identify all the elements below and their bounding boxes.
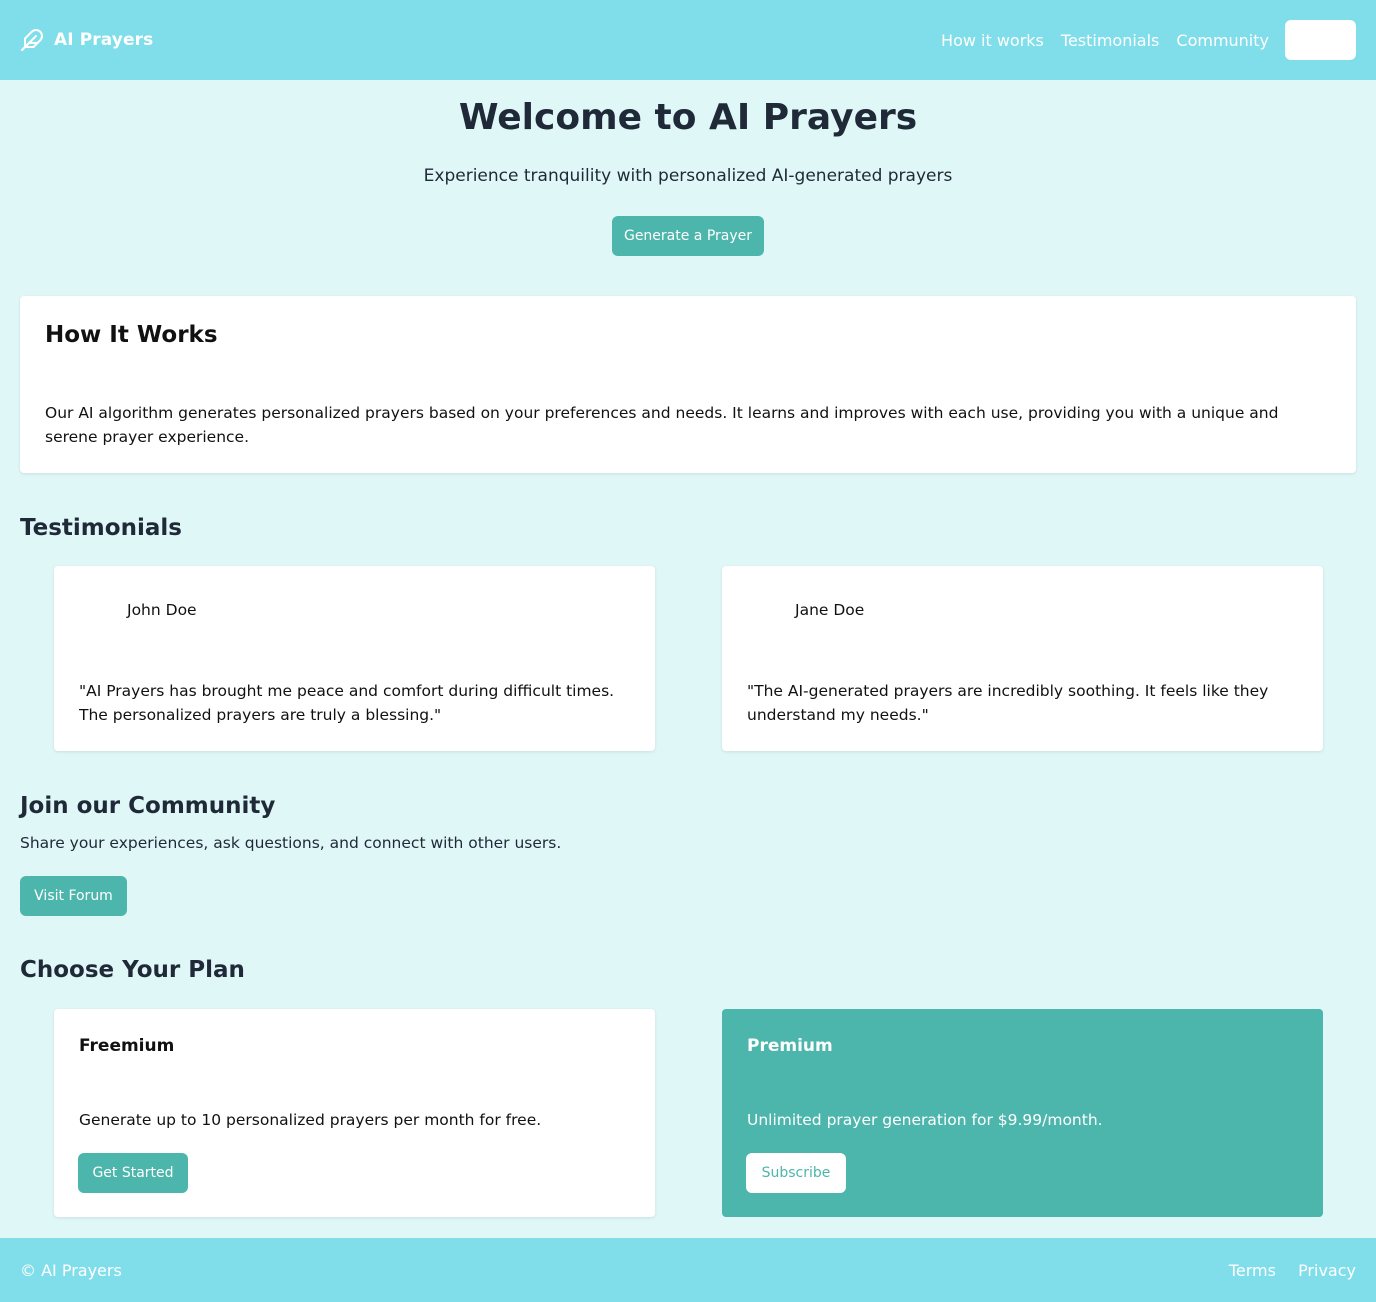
community-text: Share your experiences, ask questions, a… bbox=[20, 834, 562, 852]
footer-links: Terms Privacy bbox=[1212, 1261, 1356, 1280]
how-it-works-title: How It Works bbox=[45, 322, 218, 348]
plan-description: Unlimited prayer generation for $9.99/mo… bbox=[747, 1111, 1103, 1129]
testimonial-quote: "AI Prayers has brought me peace and com… bbox=[79, 682, 615, 724]
plan-description: Generate up to 10 personalized prayers p… bbox=[79, 1111, 542, 1129]
hero-subtitle: Experience tranquility with personalized… bbox=[423, 166, 953, 186]
testimonial-name: John Doe bbox=[127, 601, 197, 619]
nav-action-button[interactable] bbox=[1285, 20, 1356, 60]
page-title: Welcome to AI Prayers bbox=[458, 97, 918, 138]
plan-name: Freemium bbox=[79, 1036, 175, 1056]
nav-testimonials[interactable]: Testimonials bbox=[1061, 31, 1160, 50]
footer-link-privacy[interactable]: Privacy bbox=[1298, 1261, 1356, 1280]
plans-title: Choose Your Plan bbox=[20, 957, 245, 983]
footer-link-terms[interactable]: Terms bbox=[1229, 1261, 1276, 1280]
subscribe-button[interactable]: Subscribe bbox=[746, 1153, 846, 1193]
plan-card-freemium: Freemium Generate up to 10 personalized … bbox=[54, 1009, 655, 1217]
plan-name: Premium bbox=[747, 1036, 833, 1056]
how-it-works-card: How It Works Our AI algorithm generates … bbox=[20, 296, 1356, 473]
feather-icon bbox=[20, 28, 44, 52]
nav-how-it-works[interactable]: How it works bbox=[941, 31, 1044, 50]
community-title: Join our Community bbox=[20, 793, 276, 819]
get-started-button[interactable]: Get Started bbox=[78, 1153, 188, 1193]
brand[interactable]: AI Prayers bbox=[20, 28, 153, 52]
main-nav: How it works Testimonials Community bbox=[941, 20, 1356, 60]
footer-copyright: © AI Prayers bbox=[20, 1260, 122, 1280]
generate-prayer-button[interactable]: Generate a Prayer bbox=[612, 216, 764, 256]
nav-community[interactable]: Community bbox=[1176, 31, 1269, 50]
how-it-works-text: Our AI algorithm generates personalized … bbox=[45, 404, 1279, 446]
testimonials-title: Testimonials bbox=[20, 515, 182, 541]
avatar bbox=[747, 600, 787, 620]
testimonial-name: Jane Doe bbox=[795, 601, 865, 619]
testimonial-card: Jane Doe "The AI-generated prayers are i… bbox=[722, 566, 1323, 751]
plan-card-premium: Premium Unlimited prayer generation for … bbox=[722, 1009, 1323, 1217]
visit-forum-button[interactable]: Visit Forum bbox=[20, 876, 127, 916]
top-navbar: AI Prayers How it works Testimonials Com… bbox=[0, 0, 1376, 80]
footer: © AI Prayers Terms Privacy bbox=[0, 1238, 1376, 1302]
testimonial-card: John Doe "AI Prayers has brought me peac… bbox=[54, 566, 655, 751]
testimonial-quote: "The AI-generated prayers are incredibly… bbox=[747, 682, 1269, 724]
avatar bbox=[79, 600, 119, 620]
brand-name[interactable]: AI Prayers bbox=[54, 30, 153, 50]
